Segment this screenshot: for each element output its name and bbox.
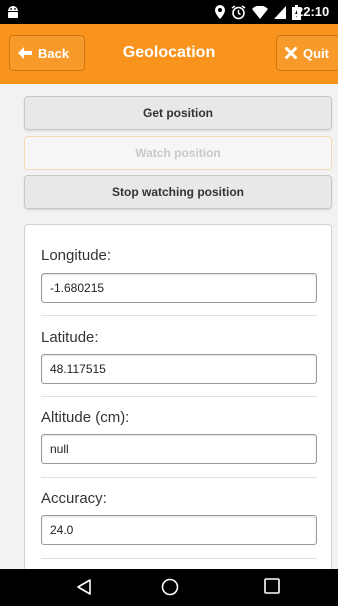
altitude-field[interactable]: null bbox=[41, 434, 317, 464]
stop-watching-button[interactable]: Stop watching position bbox=[24, 175, 332, 209]
latitude-label: Latitude: bbox=[41, 329, 99, 346]
get-position-button[interactable]: Get position bbox=[24, 96, 332, 130]
position-form: Longitude: -1.680215 Latitude: 48.117515… bbox=[24, 224, 332, 606]
wifi-icon bbox=[252, 5, 268, 19]
close-icon bbox=[285, 47, 297, 59]
longitude-label: Longitude: bbox=[41, 247, 112, 264]
navigation-bar bbox=[0, 569, 338, 606]
divider bbox=[41, 315, 317, 316]
home-nav-icon[interactable] bbox=[161, 578, 179, 596]
watch-position-button[interactable]: Watch position bbox=[24, 136, 332, 170]
accuracy-label: Accuracy: bbox=[41, 490, 107, 507]
quit-button-label: Quit bbox=[303, 45, 329, 61]
alarm-icon bbox=[231, 4, 246, 19]
quit-button[interactable]: Quit bbox=[276, 35, 338, 71]
accuracy-field[interactable]: 24.0 bbox=[41, 515, 317, 545]
divider bbox=[41, 396, 317, 397]
divider bbox=[41, 477, 317, 478]
recents-nav-icon[interactable] bbox=[264, 578, 280, 594]
altitude-label: Altitude (cm): bbox=[41, 409, 130, 426]
signal-icon bbox=[274, 5, 286, 19]
back-nav-icon[interactable] bbox=[76, 578, 92, 596]
status-bar: 22:10 bbox=[0, 0, 338, 24]
latitude-field[interactable]: 48.117515 bbox=[41, 354, 317, 384]
android-icon bbox=[8, 6, 18, 18]
location-icon bbox=[215, 5, 225, 19]
longitude-field[interactable]: -1.680215 bbox=[41, 273, 317, 303]
app-header: Back Geolocation Quit bbox=[0, 24, 338, 84]
divider bbox=[41, 558, 317, 559]
clock-time: 22:10 bbox=[296, 4, 330, 19]
